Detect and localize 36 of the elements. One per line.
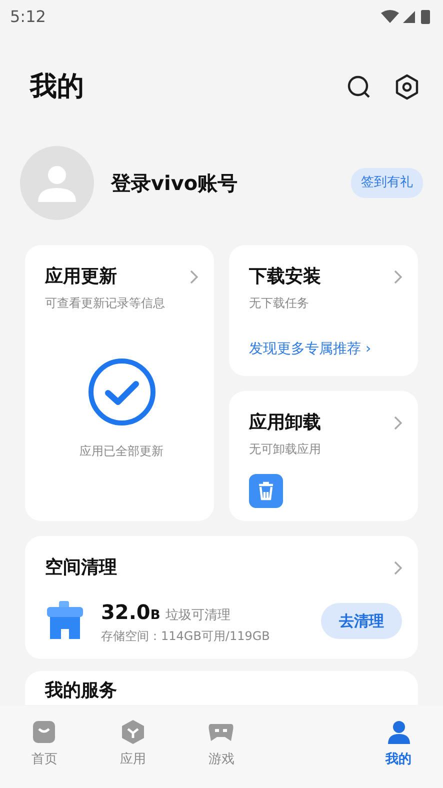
clean-button[interactable]: 去清理 xyxy=(321,602,402,640)
nav-tab[interactable]: 我的 xyxy=(354,706,443,788)
check-circle-icon xyxy=(88,358,156,426)
update-card[interactable]: 应用更新 可查看更新记录等信息 应用已全部更新 xyxy=(25,245,214,521)
card-title: 下载安装 xyxy=(249,265,321,289)
settings-icon[interactable] xyxy=(395,74,419,100)
trash-icon xyxy=(249,474,283,508)
card-title: 我的服务 xyxy=(45,680,117,701)
junk-label: 垃圾可清理 xyxy=(165,608,230,623)
chevron-icon xyxy=(394,270,402,284)
status-time: 5:12 xyxy=(10,6,46,28)
card-title: 空间清理 xyxy=(45,556,117,580)
card-subtitle: 无下载任务 xyxy=(249,295,310,312)
page-title: 我的 xyxy=(30,70,84,104)
search-icon[interactable] xyxy=(347,75,371,99)
nav-tab[interactable]: 应用 xyxy=(88,706,178,788)
nav-tab[interactable]: 游戏 xyxy=(177,706,266,788)
nav-tab[interactable]: 首页 xyxy=(0,706,89,788)
update-status: 应用已全部更新 xyxy=(80,443,164,460)
chevron-icon xyxy=(394,416,402,430)
services-card[interactable]: 我的服务 xyxy=(25,671,418,705)
card-subtitle: 可查看更新记录等信息 xyxy=(45,295,166,312)
recommend-link[interactable]: 发现更多专属推荐 › xyxy=(249,341,372,357)
card-title: 应用更新 xyxy=(45,265,117,289)
cleanup-card[interactable]: 空间清理 32.0B 垃圾可清理 存储空间：114GB可用/119GB 去清理 xyxy=(25,536,418,659)
chevron-icon xyxy=(190,270,198,284)
storage-text: 存储空间：114GB可用/119GB xyxy=(101,628,271,645)
download-card[interactable]: 下载安装 无下载任务 发现更多专属推荐 › xyxy=(229,245,418,376)
status-icons xyxy=(381,9,433,25)
junk-amount: 32.0B xyxy=(101,600,160,624)
card-title: 应用卸载 xyxy=(249,411,321,435)
chevron-icon xyxy=(394,560,402,574)
login-link[interactable]: 登录vivo账号 xyxy=(111,168,351,198)
uninstall-card[interactable]: 应用卸载 无可卸载应用 xyxy=(229,391,418,521)
card-subtitle: 无可卸载应用 xyxy=(249,441,322,458)
checkin-button[interactable]: 签到有礼 xyxy=(351,168,423,198)
